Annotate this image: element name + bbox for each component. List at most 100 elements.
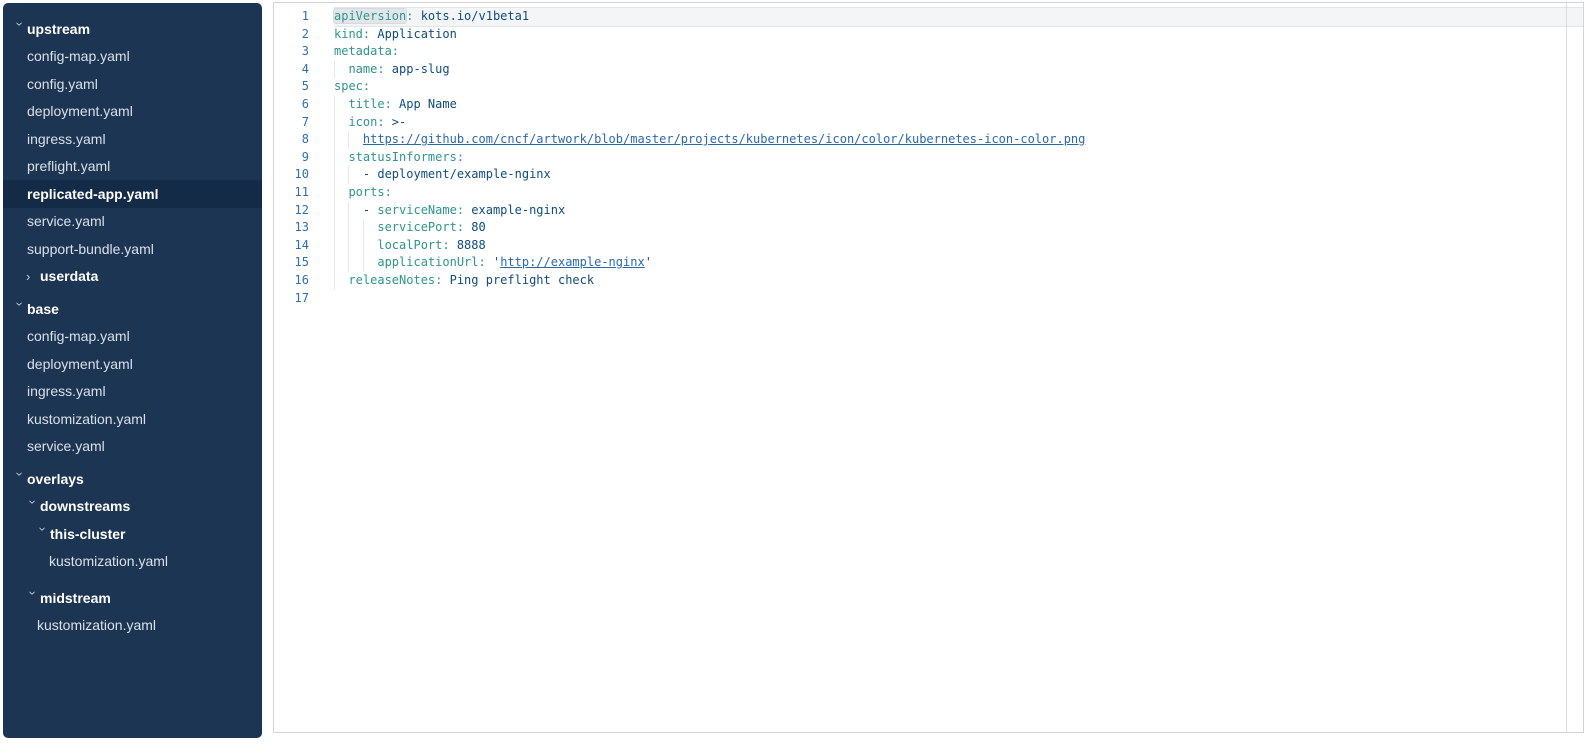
tree-item-label: preflight.yaml [27,158,110,174]
code-link[interactable]: https://github.com/cncf/artwork/blob/mas… [363,132,1085,146]
code-token: releaseNotes: [348,273,442,287]
indent-guide [334,254,335,272]
code-token: name: [348,62,384,76]
code-token: ' [486,255,500,269]
indent-guide [334,272,335,290]
code-token: Ping preflight check [442,273,594,287]
indent-guide [334,184,335,202]
chevron-down-icon: › [36,527,49,541]
tree-file-support-bundle-yaml[interactable]: support-bundle.yaml [3,235,262,263]
tree-folder-downstreams[interactable]: ›downstreams [3,493,262,521]
code-line[interactable]: name: app-slug [334,61,1583,79]
tree-item-label: config-map.yaml [27,48,130,64]
tree-file-preflight-yaml[interactable]: preflight.yaml [3,153,262,181]
tree-folder-userdata[interactable]: ›userdata [3,263,262,291]
tree-file-kustomization-yaml[interactable]: kustomization.yaml [3,548,262,576]
editor-pane: 1234567891011121314151617 apiVersion: ko… [273,2,1584,733]
indent-guide [334,202,335,220]
line-number: 2 [274,26,334,44]
code-lines[interactable]: apiVersion: kots.io/v1beta1kind: Applica… [334,3,1583,732]
tree-file-ingress-yaml[interactable]: ingress.yaml [3,125,262,153]
tree-folder-midstream[interactable]: ›midstream [3,584,262,612]
tree-file-deployment-yaml[interactable]: deployment.yaml [3,350,262,378]
tree-folder-overlays[interactable]: ›overlays [3,465,262,493]
code-line[interactable]: kind: Application [334,26,1583,44]
line-number: 7 [274,114,334,132]
code-line[interactable]: - serviceName: example-nginx [334,202,1583,220]
tree-file-kustomization-yaml[interactable]: kustomization.yaml [3,612,262,640]
tree-folder-upstream[interactable]: ›upstream [3,15,262,43]
chevron-down-icon: › [13,22,26,36]
line-number: 16 [274,272,334,290]
indent-guide [334,61,335,79]
tree-file-kustomization-yaml[interactable]: kustomization.yaml [3,405,262,433]
code-line[interactable]: statusInformers: [334,149,1583,167]
tree-folder-base[interactable]: ›base [3,295,262,323]
code-line[interactable]: metadata: [334,43,1583,61]
code-line[interactable]: releaseNotes: Ping preflight check [334,272,1583,290]
tree-file-config-map-yaml[interactable]: config-map.yaml [3,323,262,351]
tree-file-ingress-yaml[interactable]: ingress.yaml [3,378,262,406]
code-line[interactable]: applicationUrl: 'http://example-nginx' [334,254,1583,272]
code-line[interactable]: ports: [334,184,1583,202]
tree-item-label: upstream [27,21,90,37]
code-token: spec: [334,79,370,93]
indent-guide [363,254,364,272]
tree-item-label: downstreams [40,498,130,514]
indent-guide [334,149,335,167]
tree-item-label: kustomization.yaml [49,553,168,569]
gutter: 1234567891011121314151617 [274,3,334,732]
code-line[interactable]: apiVersion: kots.io/v1beta1 [334,8,1583,26]
code-link[interactable]: http://example-nginx [500,255,645,269]
tree-file-config-yaml[interactable]: config.yaml [3,70,262,98]
tree-item-label: overlays [27,471,84,487]
scrollbar-track[interactable] [1566,3,1567,732]
indent-guide [348,254,349,272]
chevron-down-icon: › [26,500,39,514]
code-line[interactable]: title: App Name [334,96,1583,114]
code-line[interactable]: - deployment/example-nginx [334,166,1583,184]
code-line[interactable]: spec: [334,78,1583,96]
indent-guide [334,219,335,237]
tree-file-config-map-yaml[interactable]: config-map.yaml [3,43,262,71]
tree-file-service-yaml[interactable]: service.yaml [3,433,262,461]
code-token: servicePort: [377,220,464,234]
tree-folder-this-cluster[interactable]: ›this-cluster [3,520,262,548]
indent-guide [334,114,335,132]
line-number: 10 [274,166,334,184]
tree-file-replicated-app-yaml[interactable]: replicated-app.yaml [3,180,262,208]
tree-item-label: support-bundle.yaml [27,241,154,257]
indent-guide [348,131,349,149]
code-token: statusInformers: [348,150,464,164]
indent-guide [348,219,349,237]
code-line[interactable]: icon: >- [334,114,1583,132]
chevron-right-icon: › [26,270,40,283]
line-number: 17 [274,290,334,308]
code-token: apiVersion [334,9,406,23]
chevron-down-icon: › [13,472,26,486]
tree-item-label: replicated-app.yaml [27,186,159,202]
tree-item-label: ingress.yaml [27,131,106,147]
code-token: ' [645,255,652,269]
tree-item-label: kustomization.yaml [37,617,156,633]
code-token: - [363,203,377,217]
tree-item-label: midstream [40,590,111,606]
code-line[interactable] [334,290,1583,308]
code-line[interactable]: servicePort: 80 [334,219,1583,237]
code-line[interactable]: localPort: 8888 [334,237,1583,255]
code-token: 8888 [450,238,486,252]
line-number: 3 [274,43,334,61]
tree-item-label: config.yaml [27,76,98,92]
tree-file-deployment-yaml[interactable]: deployment.yaml [3,98,262,126]
line-number: 15 [274,254,334,272]
tree-file-service-yaml[interactable]: service.yaml [3,208,262,236]
indent-guide [348,202,349,220]
code-token: icon: [348,115,384,129]
code-token: title: [348,97,391,111]
tree-item-label: base [27,301,59,317]
line-number: 6 [274,96,334,114]
code-token: serviceName: [377,203,464,217]
code-token: - deployment/example-nginx [363,167,551,181]
indent-guide [363,219,364,237]
code-line[interactable]: https://github.com/cncf/artwork/blob/mas… [334,131,1583,149]
